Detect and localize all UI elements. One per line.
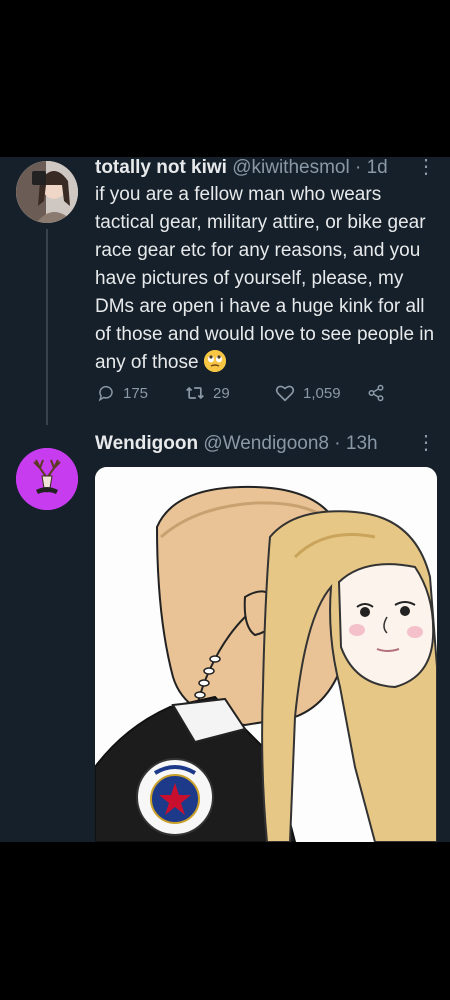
like-count: 1,059 xyxy=(303,384,341,402)
timeline: totally not kiwi @kiwithesmol · 1d ⋮ if … xyxy=(0,157,450,842)
tweet-header: totally not kiwi @kiwithesmol · 1d xyxy=(95,157,436,179)
reply-button[interactable]: 175 xyxy=(97,384,148,402)
more-options-icon[interactable]: ⋮ xyxy=(416,157,436,177)
reply-count: 175 xyxy=(123,384,149,402)
more-options-icon[interactable]: ⋮ xyxy=(416,433,436,453)
retweet-count: 29 xyxy=(213,384,230,402)
tweet-time[interactable]: · 13h xyxy=(334,433,377,454)
tweet-text-body: if you are a fellow man who wears tactic… xyxy=(95,184,435,373)
author-handle[interactable]: @Wendigoon8 xyxy=(203,433,329,454)
share-button[interactable] xyxy=(367,384,385,402)
tweet-time[interactable]: · 1d xyxy=(355,157,388,178)
tweet-kiwi[interactable]: totally not kiwi @kiwithesmol · 1d ⋮ if … xyxy=(0,157,450,425)
author-name[interactable]: Wendigoon xyxy=(95,433,198,454)
retweet-button[interactable]: 29 xyxy=(185,384,230,402)
tweet-image[interactable] xyxy=(95,467,437,842)
author-name[interactable]: totally not kiwi xyxy=(95,157,227,178)
thread-line xyxy=(46,229,48,425)
tweet-wendigoon[interactable]: Wendigoon @Wendigoon8 · 13h ⋮ xyxy=(0,425,450,842)
share-icon xyxy=(368,384,384,402)
avatar[interactable] xyxy=(16,161,78,223)
reply-icon xyxy=(98,385,113,402)
rolling-eyes-emoji xyxy=(203,350,226,372)
tweet-actions: 175 29 1,059 xyxy=(95,384,395,408)
tweet-text: if you are a fellow man who wears tactic… xyxy=(95,181,435,377)
tweet-header: Wendigoon @Wendigoon8 · 13h xyxy=(95,433,436,455)
heart-icon xyxy=(275,385,295,402)
author-handle[interactable]: @kiwithesmol xyxy=(232,157,349,178)
retweet-icon xyxy=(186,386,204,400)
like-button[interactable]: 1,059 xyxy=(275,384,341,402)
meme-illustration xyxy=(95,467,437,842)
avatar[interactable] xyxy=(16,448,78,510)
